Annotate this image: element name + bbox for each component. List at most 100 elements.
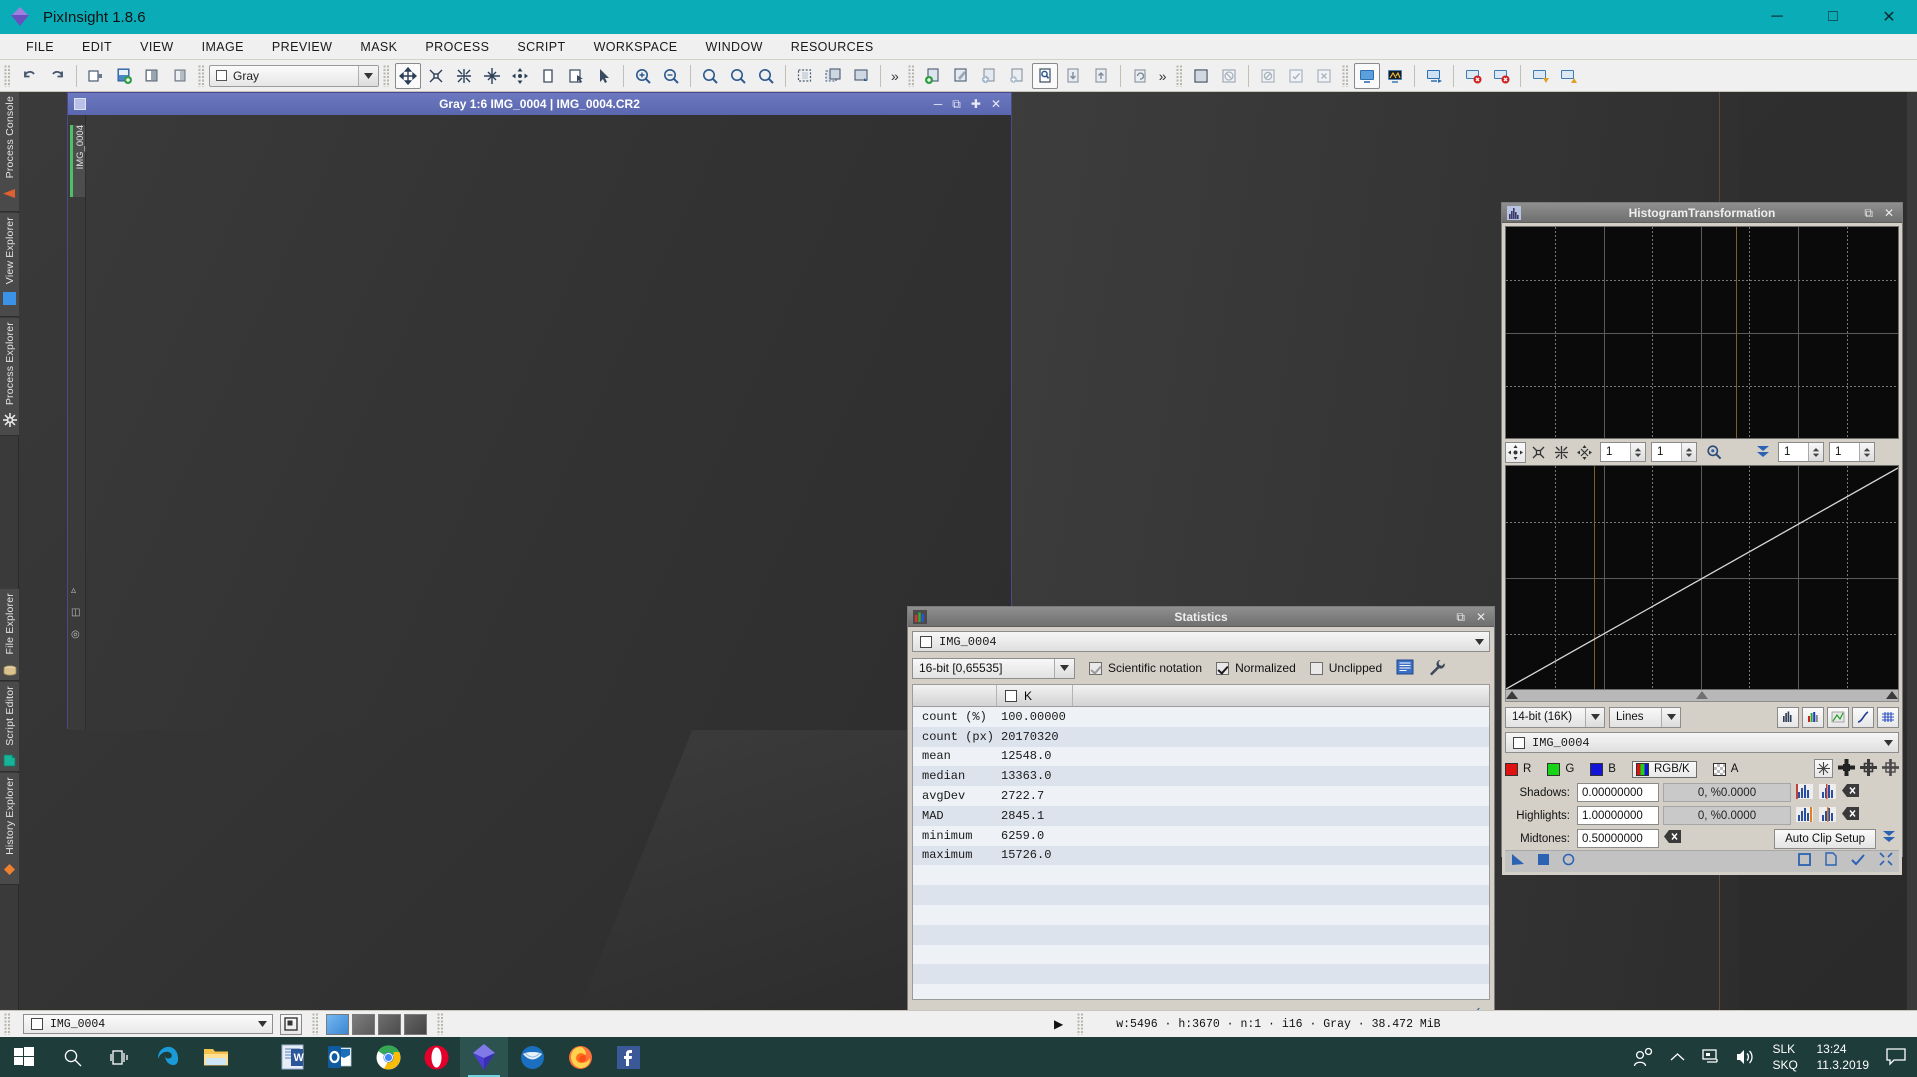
workspace-close-icon[interactable] [1460,63,1486,89]
word-app[interactable]: W [268,1037,316,1077]
statistics-col-k[interactable]: K [997,685,1073,706]
zoom-optimal-icon[interactable] [753,63,779,89]
reset-instance-icon[interactable] [1825,852,1837,871]
preview-stack-icon[interactable] [820,63,846,89]
statusbar-grip[interactable] [4,1013,11,1035]
menu-workspace[interactable]: WORKSPACE [580,36,692,58]
channel-a[interactable]: A [1713,763,1739,776]
toolbar-grip-6[interactable] [1342,65,1349,87]
zoom-fit-view-icon[interactable] [725,63,751,89]
execute-icon[interactable] [1851,853,1865,871]
toolbar-grip-3[interactable] [383,65,390,87]
spinner-arrows-icon[interactable] [1808,443,1823,461]
shadows-clip-low-icon[interactable] [1796,784,1814,802]
new-preview-icon[interactable] [792,63,818,89]
menu-edit[interactable]: EDIT [68,36,126,58]
export-process-icon[interactable] [1088,63,1114,89]
histogram-roll-button[interactable]: ⧉ [1864,207,1873,219]
statistics-panel[interactable]: Statistics ⧉ ✕ IMG_0004 16-bit [0,65535] [907,606,1495,1010]
sidebar-item-view-explorer[interactable]: View Explorer [0,213,19,317]
menu-view[interactable]: VIEW [126,36,188,58]
histogram-magnifier-icon[interactable] [1703,442,1724,463]
process-instance-icon[interactable] [1032,63,1058,89]
checkbox-normalized-box[interactable] [1216,662,1229,675]
menu-process[interactable]: PROCESS [411,36,503,58]
table-row[interactable]: avgDev 2722.7 [913,786,1489,806]
show-histogram-icon[interactable] [1777,707,1799,728]
statistics-roll-button[interactable]: ⧉ [1456,611,1465,623]
toolbar-grip-2[interactable] [198,65,205,87]
clock-area[interactable]: SLK 13:24 SKQ 11.3.2019 [1763,1037,1880,1077]
chevron-down-icon[interactable] [358,66,378,86]
histogram-transformation-panel[interactable]: HistogramTransformation ⧉ ✕ [1501,202,1903,857]
duplicate-view-alt-icon[interactable] [167,63,193,89]
image-sidebar-icon-3[interactable]: ◎ [71,629,80,640]
workspace-2-icon[interactable] [1382,63,1408,89]
highlights-slider-handle[interactable] [1886,691,1898,699]
process-overflow-chevron[interactable]: » [1154,68,1172,84]
toolbar-grip-4[interactable] [908,65,915,87]
mask-enable-icon[interactable] [1188,63,1214,89]
show-channel-curve-icon[interactable] [1827,707,1849,728]
start-button[interactable] [0,1037,48,1077]
spinner-arrows-icon[interactable] [1859,443,1874,461]
chevron-down-icon[interactable] [253,1015,272,1033]
histogram-zoomx-spinner[interactable]: 1 [1600,442,1646,462]
outlook-app[interactable] [316,1037,364,1077]
menu-image[interactable]: IMAGE [188,36,258,58]
table-row[interactable]: count (px) 20170320 [913,727,1489,747]
mask-invert-icon[interactable] [1255,63,1281,89]
highlights-input[interactable]: 1.00000000 [1577,806,1659,825]
colorspace-combo[interactable]: Gray [209,65,379,87]
table-row[interactable]: median 13363.0 [913,766,1489,786]
statusbar-grip-3[interactable] [437,1013,444,1035]
workspace-canvas[interactable]: Gray 1:6 IMG_0004 | IMG_0004.CR2 ─ ⧉ ✚ ✕… [19,92,1907,1010]
preview-down-icon[interactable] [848,63,874,89]
undo-icon[interactable] [16,63,42,89]
mask-show-icon[interactable] [1283,63,1309,89]
image-sidebar-icon-2[interactable]: ◫ [71,607,80,618]
menu-mask[interactable]: MASK [346,36,411,58]
sidebar-item-process-console[interactable]: Process Console [0,92,19,212]
histogram-panx-spinner[interactable]: 1 [1778,442,1824,462]
zoom-in-icon[interactable] [630,63,656,89]
channel-b[interactable]: B [1590,763,1616,776]
shadows-input[interactable]: 0.00000000 [1577,783,1659,802]
track-view-icon[interactable] [1838,759,1855,779]
channel-rgbk[interactable]: RGB/K [1632,761,1697,778]
pixinsight-app[interactable] [460,1037,508,1077]
channel-k-checkbox[interactable] [1005,690,1017,702]
highlights-clip-high-icon[interactable] [1819,807,1837,825]
toolbar-grip[interactable] [4,65,11,87]
auto-clip-apply-icon[interactable] [1881,830,1899,848]
show-rgb-histogram-icon[interactable] [1802,707,1824,728]
statusbar-grip-4[interactable] [1077,1013,1084,1035]
histogram-graphstyle-combo[interactable]: Lines [1609,707,1681,728]
edge-app[interactable] [144,1037,192,1077]
firefox-app[interactable] [556,1037,604,1077]
auto-clip-setup-button[interactable]: Auto Clip Setup [1774,829,1876,849]
swatch-1[interactable] [326,1014,349,1035]
channel-g[interactable]: G [1547,763,1574,776]
image-close-button[interactable]: ✕ [991,98,1001,110]
image-restore-button[interactable]: ⧉ [952,98,961,110]
swatch-4[interactable] [404,1014,427,1035]
midtones-input[interactable]: 0.50000000 [1577,829,1659,848]
volume-icon[interactable] [1729,1037,1763,1077]
collapse-panel-icon[interactable] [1879,852,1893,871]
facebook-app[interactable] [604,1037,652,1077]
table-row[interactable]: count (%) 100.00000 [913,707,1489,727]
input-histogram-graph[interactable] [1505,226,1899,439]
histogram-auto-stretch-icon[interactable] [1752,442,1773,463]
search-button[interactable] [48,1037,96,1077]
chevron-down-icon[interactable] [1054,659,1074,678]
checkbox-normalized[interactable]: Normalized [1216,661,1296,675]
midtones-reset-icon[interactable] [1664,830,1682,848]
statusbar-run-icon[interactable]: ▶ [1054,1017,1063,1031]
add-icon-process-icon[interactable] [976,63,1002,89]
shadows-reset-icon[interactable] [1842,784,1860,802]
chevron-up-icon[interactable] [1661,1037,1695,1077]
mask-disable-icon[interactable] [1216,63,1242,89]
new-instance-icon[interactable] [1798,853,1811,871]
histogram-titlebar[interactable]: HistogramTransformation ⧉ ✕ [1502,203,1902,223]
